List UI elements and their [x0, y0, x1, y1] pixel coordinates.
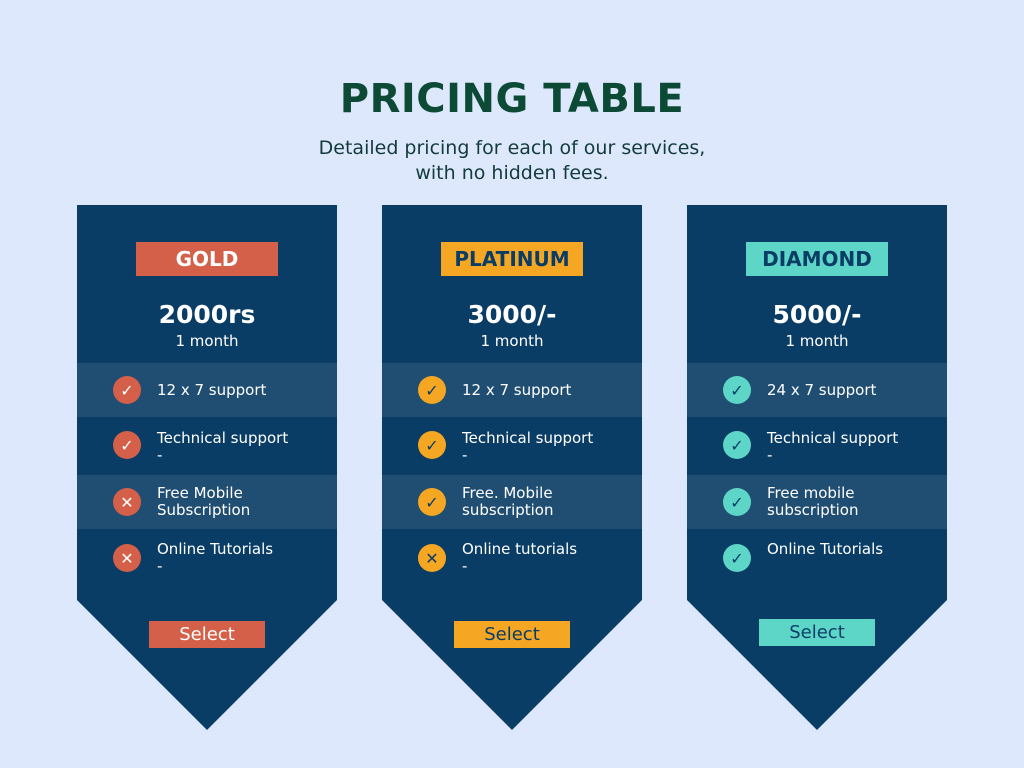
feature-text: Technical support -	[157, 430, 327, 464]
feature-line1: 12 x 7 support	[462, 381, 572, 399]
feature-line1: 24 x 7 support	[767, 381, 877, 399]
feature-line1: Technical support	[157, 429, 289, 447]
subtitle-line-1: Detailed pricing for each of our service…	[318, 137, 706, 159]
plan-badge-diamond: DIAMOND	[746, 242, 888, 276]
plan-card-platinum: PLATINUM 3000/- 1 month ✓ 12 x 7 support…	[382, 205, 642, 730]
feature-line2: -	[462, 557, 468, 575]
feature-line2: -	[157, 557, 163, 575]
feature-line2: subscription	[462, 501, 554, 519]
feature-line1: Online Tutorials	[767, 540, 884, 558]
feature-row: ✓ 12 x 7 support	[382, 363, 642, 417]
feature-line2: Subscription	[157, 501, 251, 519]
check-icon: ✓	[418, 376, 446, 404]
feature-text: Technical support -	[462, 430, 632, 464]
feature-line1: Free Mobile	[157, 484, 243, 502]
feature-line1: Online tutorials	[462, 540, 578, 558]
feature-line2: -	[462, 446, 468, 464]
feature-line1: Free mobile	[767, 484, 855, 502]
feature-text: Online tutorials -	[462, 541, 632, 575]
feature-row: ✓ Free mobile subscription	[687, 475, 947, 529]
feature-text: Online Tutorials	[767, 541, 937, 558]
plan-card-gold: GOLD 2000rs 1 month ✓ 12 x 7 support ✓ T…	[77, 205, 337, 730]
check-icon: ✓	[723, 488, 751, 516]
feature-row: ✓ 12 x 7 support	[77, 363, 337, 417]
subtitle-line-2: with no hidden fees.	[415, 162, 609, 184]
feature-row: ✕ Online Tutorials -	[77, 529, 337, 587]
feature-row: ✓ Technical support -	[382, 417, 642, 475]
plan-badge-gold: GOLD	[136, 242, 278, 276]
plan-price: 3000/-	[467, 300, 557, 329]
feature-line1: Online Tutorials	[157, 540, 274, 558]
select-button-diamond[interactable]: Select	[759, 619, 875, 646]
plan-badge-platinum: PLATINUM	[441, 242, 583, 276]
plan-price: 2000rs	[158, 300, 256, 329]
cross-icon: ✕	[418, 544, 446, 572]
feature-row: ✕ Online tutorials -	[382, 529, 642, 587]
check-icon: ✓	[113, 376, 141, 404]
page-title: PRICING TABLE	[339, 76, 685, 122]
check-icon: ✓	[723, 431, 751, 459]
check-icon: ✓	[723, 544, 751, 572]
feature-row: ✓ Technical support -	[687, 417, 947, 475]
plan-card-diamond: DIAMOND 5000/- 1 month ✓ 24 x 7 support …	[687, 205, 947, 730]
feature-line1: 12 x 7 support	[157, 381, 267, 399]
plan-period: 1 month	[480, 332, 544, 350]
feature-line1: Free. Mobile	[462, 484, 553, 502]
feature-line2: -	[767, 446, 773, 464]
cross-icon: ✕	[113, 544, 141, 572]
select-button-gold[interactable]: Select	[149, 621, 265, 648]
feature-text: Free. Mobile subscription	[462, 485, 632, 519]
feature-line2: -	[157, 446, 163, 464]
plan-period: 1 month	[785, 332, 849, 350]
feature-text: Free Mobile Subscription	[157, 485, 327, 519]
feature-line2: subscription	[767, 501, 859, 519]
feature-row: ✕ Free Mobile Subscription	[77, 475, 337, 529]
select-button-platinum[interactable]: Select	[454, 621, 570, 648]
page-subtitle: Detailed pricing for each of our service…	[262, 136, 762, 186]
check-icon: ✓	[113, 431, 141, 459]
feature-text: 12 x 7 support	[157, 382, 327, 399]
check-icon: ✓	[418, 431, 446, 459]
check-icon: ✓	[418, 488, 446, 516]
plan-price: 5000/-	[772, 300, 862, 329]
feature-row: ✓ 24 x 7 support	[687, 363, 947, 417]
feature-text: 24 x 7 support	[767, 382, 937, 399]
feature-text: Online Tutorials -	[157, 541, 327, 575]
feature-text: Free mobile subscription	[767, 485, 937, 519]
feature-text: 12 x 7 support	[462, 382, 632, 399]
feature-row: ✓ Free. Mobile subscription	[382, 475, 642, 529]
feature-row: ✓ Technical support -	[77, 417, 337, 475]
feature-row: ✓ Online Tutorials	[687, 529, 947, 587]
plan-period: 1 month	[175, 332, 239, 350]
feature-line1: Technical support	[462, 429, 594, 447]
check-icon: ✓	[723, 376, 751, 404]
cross-icon: ✕	[113, 488, 141, 516]
feature-text: Technical support -	[767, 430, 937, 464]
feature-line1: Technical support	[767, 429, 899, 447]
